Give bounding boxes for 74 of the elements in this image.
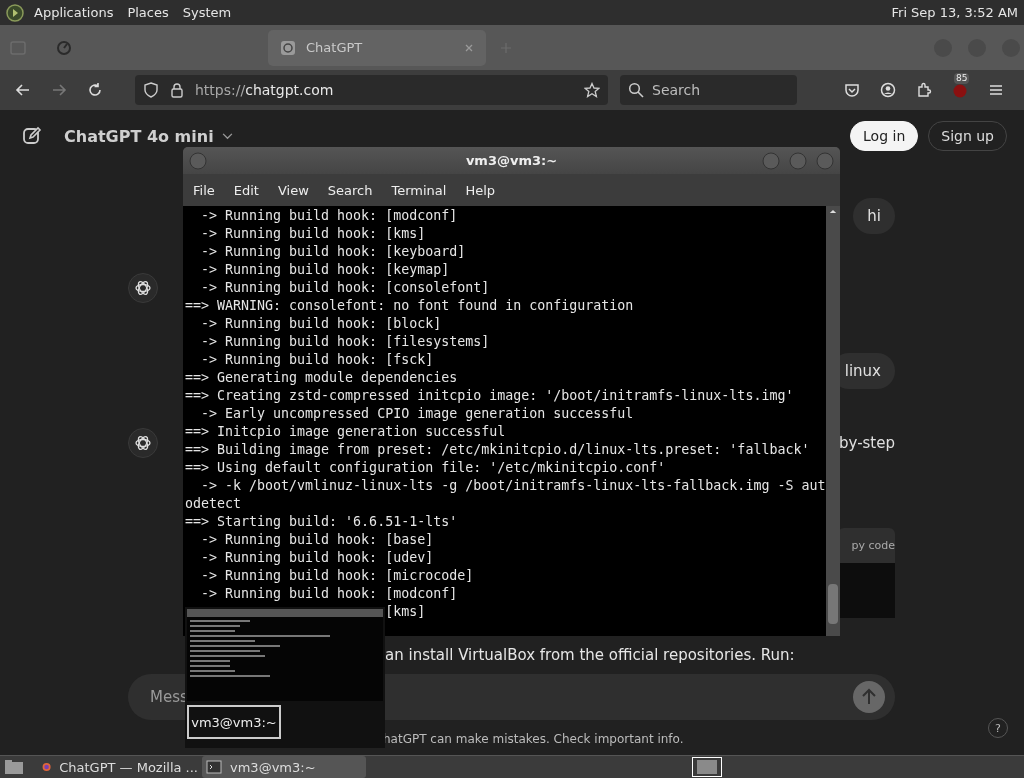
panel-menu[interactable]: System	[182, 5, 232, 20]
terminal-line: -> Early uncompressed CPIO image generation successful	[200, 405, 635, 423]
menu-item[interactable]: Edit	[233, 182, 259, 198]
search-icon	[628, 82, 644, 98]
terminal-line: -> Running build hook: [modconf]	[200, 585, 459, 603]
terminal-line: -> Running build hook: [block]	[200, 315, 443, 333]
shield-icon[interactable]	[143, 82, 159, 98]
url-text: https://chatgpt.com	[195, 82, 334, 98]
assistant-avatar-icon	[128, 273, 158, 303]
terminal-line: -> Running build hook: [base]	[200, 531, 435, 549]
terminal-line: ==> Creating zstd-compressed initcpio image: '/boot/initramfs-linux-lts.img'	[184, 387, 795, 405]
terminal-line: ==> WARNING: consolefont: no font found in configuration	[184, 297, 635, 315]
assistant-message: by-step	[839, 434, 895, 452]
chevron-down-icon[interactable]	[221, 132, 233, 140]
show-desktop-icon[interactable]	[4, 759, 24, 775]
star-icon[interactable]	[584, 82, 600, 98]
terminal-line: ==> Generating module dependencies	[184, 369, 459, 387]
terminal-line: ==> Using default configuration file: '/etc/mkinitcpio.conf'	[184, 459, 667, 477]
panel-menu[interactable]: Places	[127, 5, 169, 20]
menu-item[interactable]: File	[193, 182, 215, 198]
copy-code-label[interactable]: py code	[838, 528, 895, 563]
back-icon[interactable]	[15, 82, 31, 98]
window-title: vm3@vm3:~	[464, 153, 559, 168]
terminal-line: ==> Building image from preset: /etc/mkinitcpio.d/linux-lts.preset: 'fallback'	[184, 441, 811, 459]
model-selector[interactable]: ChatGPT 4o mini	[64, 126, 214, 146]
lock-icon[interactable]	[169, 82, 185, 98]
terminal-line: -> Running build hook: [fsck]	[200, 351, 435, 369]
browser-tab[interactable]: ChatGPT	[268, 29, 486, 66]
address-bar[interactable]: https://chatgpt.com	[135, 75, 608, 105]
terminal-line: -> Running build hook: [kms]	[200, 225, 427, 243]
code-block	[838, 563, 895, 618]
clock: Fri Sep 13, 3:52 AM	[891, 5, 1018, 20]
gauge-icon	[56, 39, 72, 56]
terminal-line: -> Running build hook: [microcode]	[200, 567, 475, 585]
menu-icon[interactable]	[988, 82, 1004, 98]
menu-item[interactable]: Search	[327, 182, 373, 198]
menu-item[interactable]: Terminal	[391, 182, 447, 198]
terminal-line: -> Running build hook: [consolefont]	[200, 279, 491, 297]
assistant-avatar-icon	[128, 428, 158, 458]
terminal-line: -> Running build hook: [filesystems]	[200, 333, 491, 351]
close-icon[interactable]	[464, 42, 474, 53]
terminal-line: -> -k /boot/vmlinuz-linux-lts -g /boot/initramfs-linux-lts-fallback.img -S aut	[200, 477, 826, 495]
extensions-icon[interactable]	[916, 82, 932, 98]
scrollbar-thumb[interactable]	[828, 584, 838, 624]
terminal-line: [kms]	[384, 603, 427, 621]
distro-logo-icon[interactable]	[6, 3, 24, 22]
account-icon[interactable]	[880, 82, 896, 98]
login-button[interactable]: Log in	[850, 121, 919, 151]
terminal-line: -> Running build hook: [udev]	[200, 549, 435, 567]
favicon-icon	[280, 39, 296, 56]
reload-icon[interactable]	[87, 82, 103, 98]
terminal-line: ==> Starting build: '6.6.51-1-lts'	[184, 513, 459, 531]
taskbar-item[interactable]: ChatGPT — Mozilla ...	[38, 756, 202, 778]
workspace-switcher-icon[interactable]	[692, 757, 722, 777]
user-message: hi	[853, 198, 895, 234]
pocket-icon[interactable]	[844, 82, 860, 98]
terminal-line: odetect	[184, 495, 243, 513]
terminal-icon	[206, 759, 222, 775]
terminal-line: -> Running build hook: [keyboard]	[200, 243, 467, 261]
menu-item[interactable]: View	[277, 182, 309, 198]
terminal-line: -> Running build hook: [modconf]	[200, 207, 459, 225]
menu-item[interactable]: Help	[465, 182, 496, 198]
forward-icon[interactable]	[51, 82, 67, 98]
send-button-icon[interactable]	[853, 681, 885, 713]
scroll-up-icon[interactable]	[829, 209, 837, 214]
terminal-line: ==> Initcpio image generation successful	[184, 423, 507, 441]
panel-menu[interactable]: Applications	[34, 5, 114, 20]
window-preview-label[interactable]: vm3@vm3:~	[187, 705, 281, 739]
assistant-message: an install VirtualBox from the official repositories. Run:	[385, 646, 795, 664]
search-field[interactable]: Search	[620, 75, 797, 105]
terminal-line: -> Running build hook: [keymap]	[200, 261, 451, 279]
taskbar-item[interactable]: vm3@vm3:~	[202, 756, 366, 778]
new-chat-icon[interactable]	[22, 126, 42, 146]
extension-badge: 85	[954, 73, 970, 84]
